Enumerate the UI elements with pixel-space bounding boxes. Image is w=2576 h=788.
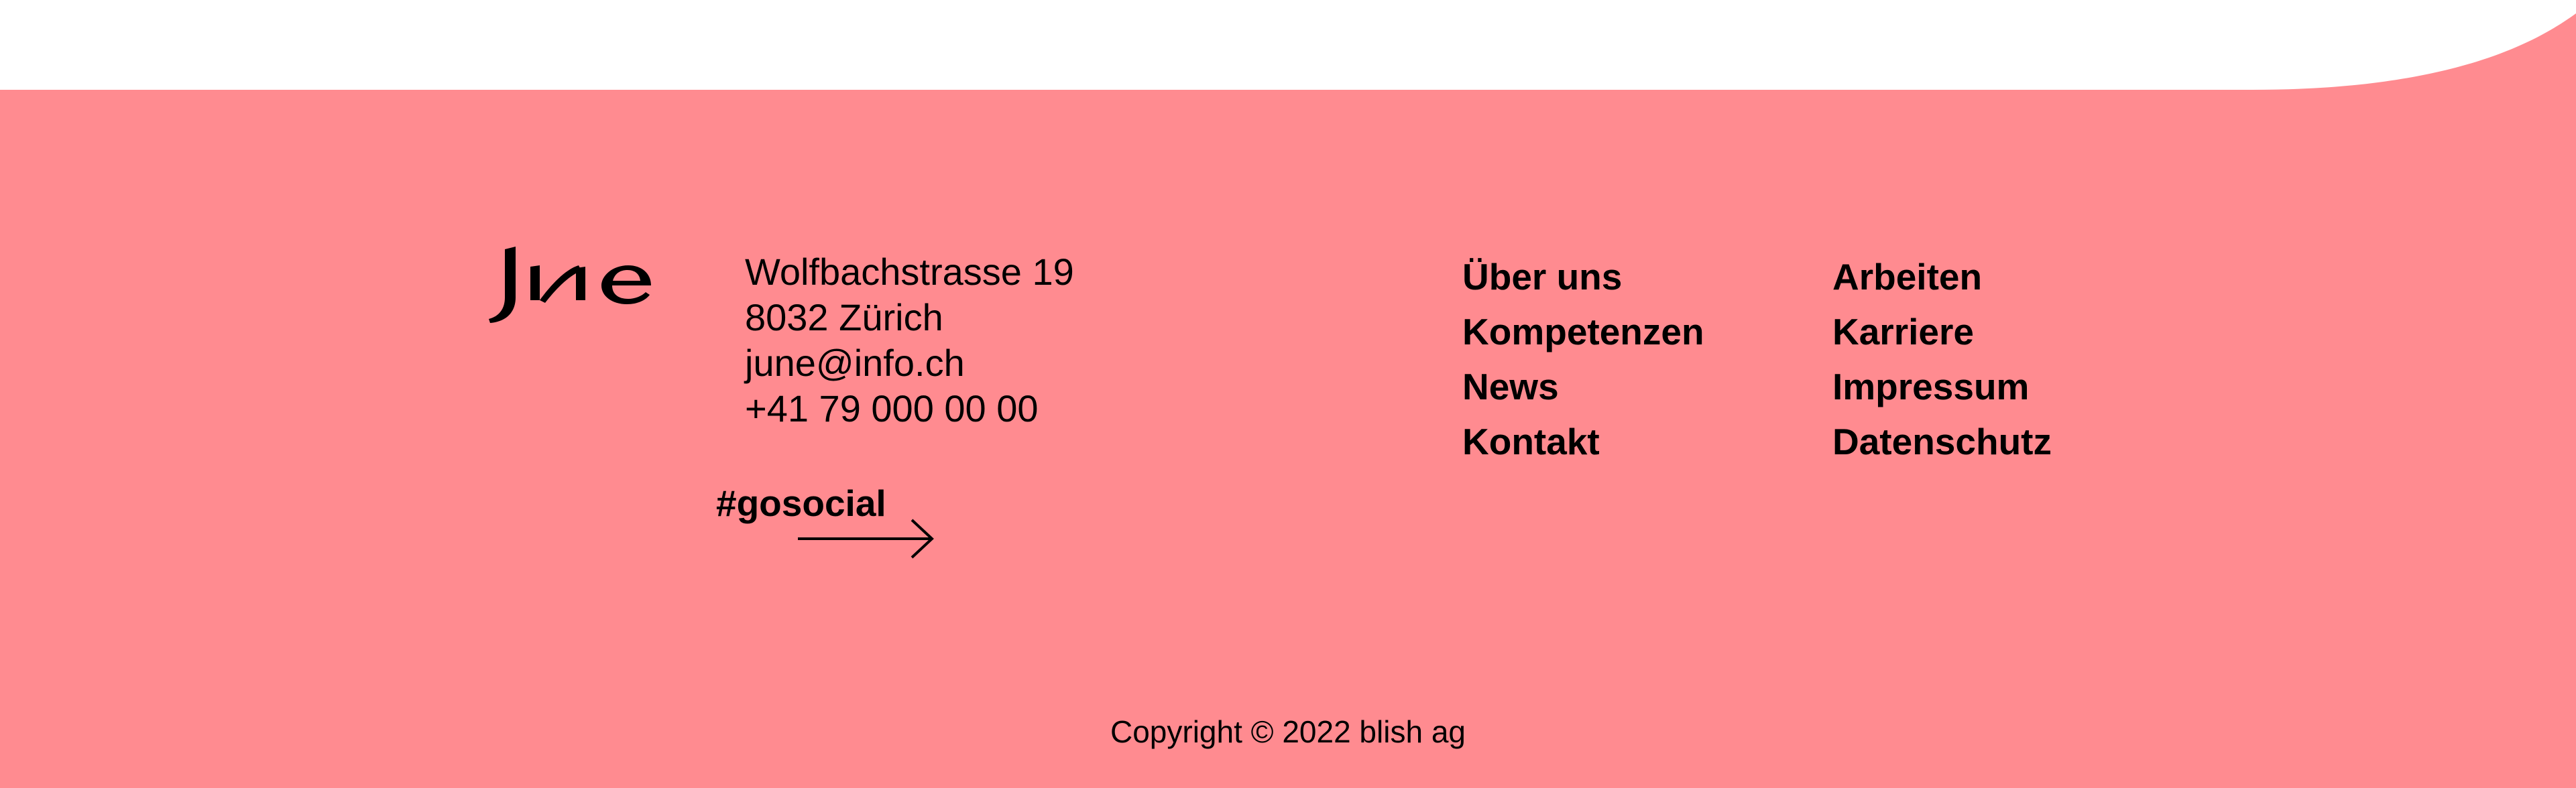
nav-link-kontakt[interactable]: Kontakt (1462, 414, 1704, 469)
june-logo[interactable] (486, 243, 654, 326)
nav-link-impressum[interactable]: Impressum (1832, 359, 2052, 414)
phone-link[interactable]: +41 79 000 00 00 (745, 386, 1074, 432)
email-link[interactable]: june@info.ch (745, 340, 1074, 386)
page: Wolfbachstrasse 19 8032 Zürich june@info… (0, 0, 2576, 788)
address-city: 8032 Zürich (745, 296, 943, 338)
logo-mark (489, 247, 651, 323)
gosocial-link[interactable]: #gosocial (716, 480, 937, 560)
footer-shape (0, 13, 2576, 788)
nav-link-kompetenzen[interactable]: Kompetenzen (1462, 304, 1704, 359)
nav-link-arbeiten[interactable]: Arbeiten (1832, 249, 2052, 304)
nav-link-news[interactable]: News (1462, 359, 1704, 414)
nav-link-karriere[interactable]: Karriere (1832, 304, 2052, 359)
nav-link-datenschutz[interactable]: Datenschutz (1832, 414, 2052, 469)
footer-nav-column-1: Über uns Kompetenzen News Kontakt (1462, 249, 1704, 469)
copyright-text: Copyright © 2022 blish ag (1110, 714, 1466, 749)
nav-link-ueber-uns[interactable]: Über uns (1462, 249, 1704, 304)
arrow-right-icon (798, 519, 934, 559)
footer-background (0, 13, 2576, 788)
address-street: Wolfbachstrasse 19 (745, 251, 1074, 293)
address-block: Wolfbachstrasse 19 8032 Zürich june@info… (745, 249, 1074, 432)
footer-nav-column-2: Arbeiten Karriere Impressum Datenschutz (1832, 249, 2052, 469)
